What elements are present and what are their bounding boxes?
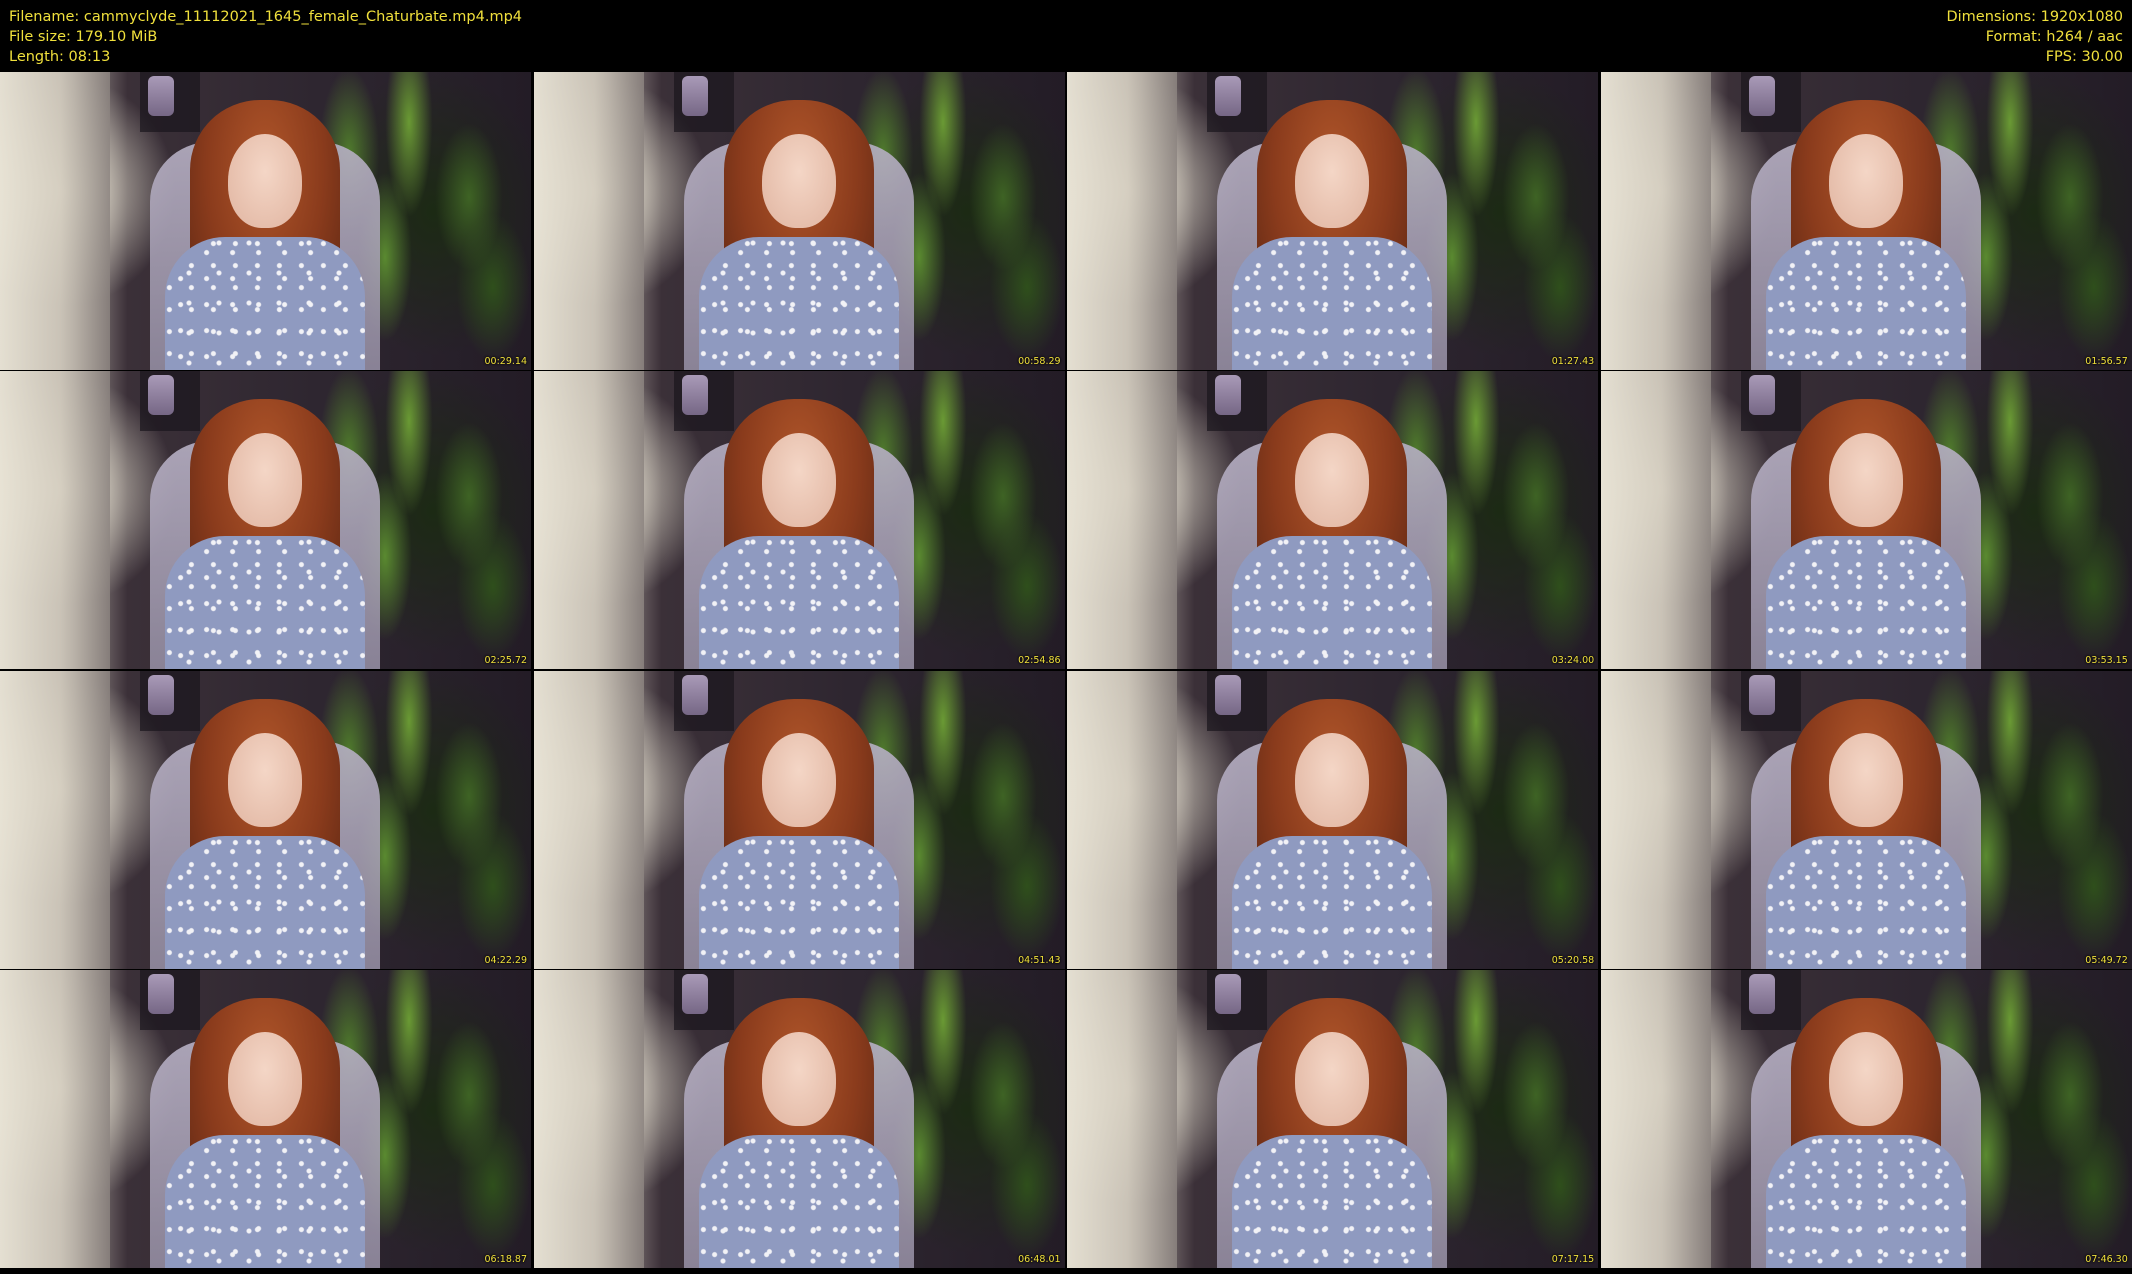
video-thumbnail: 07:46.30 (1600, 969, 2132, 1268)
video-thumbnail: 07:17.15 (1067, 969, 1599, 1268)
video-thumbnail: 00:58.29 (533, 72, 1065, 370)
fps-label: FPS: 30.00 (2045, 49, 2123, 65)
thumbnail-timestamp: 02:54.86 (1018, 655, 1061, 667)
video-thumbnail: 02:54.86 (533, 371, 1065, 670)
thumbnail-timestamp: 00:29.14 (484, 356, 528, 367)
video-thumbnail: 02:25.72 (0, 371, 531, 670)
thumbnail-timestamp: 04:51.43 (1018, 954, 1061, 966)
thumbnail-timestamp: 01:56.57 (2085, 356, 2128, 367)
video-thumbnail: 00:29.14 (0, 72, 531, 370)
thumbnail-timestamp: 06:18.87 (484, 1253, 528, 1265)
thumbnail-timestamp: 00:58.29 (1018, 356, 1061, 367)
video-thumbnail: 03:53.15 (1600, 371, 2132, 670)
thumbnail-timestamp: 07:17.15 (1551, 1253, 1595, 1265)
video-thumbnail: 03:24.00 (1067, 371, 1599, 670)
video-thumbnail: 05:20.58 (1067, 670, 1599, 969)
video-thumbnail: 04:22.29 (0, 670, 531, 969)
video-thumbnail: 01:27.43 (1067, 72, 1599, 370)
length-label: Length: 08:13 (9, 49, 111, 65)
video-thumbnail: 06:48.01 (533, 969, 1065, 1268)
file-size-label: File size: 179.10 MiB (9, 29, 158, 45)
format-label: Format: h264 / aac (1985, 29, 2123, 45)
thumbnail-timestamp: 07:46.30 (2085, 1253, 2128, 1265)
stream-info: Dimensions: 1920x1080 Format: h264 / aac… (1946, 7, 2123, 67)
contact-sheet-header: Filename: cammyclyde_11112021_1645_femal… (0, 0, 2132, 72)
video-thumbnail: 04:51.43 (533, 670, 1065, 969)
video-thumbnail: 01:56.57 (1600, 72, 2132, 370)
thumbnail-timestamp: 05:20.58 (1551, 954, 1595, 966)
dimensions-label: Dimensions: 1920x1080 (1946, 9, 2123, 25)
video-thumbnail: 05:49.72 (1600, 670, 2132, 969)
thumbnail-timestamp: 06:48.01 (1018, 1253, 1061, 1265)
thumbnail-timestamp: 04:22.29 (484, 954, 528, 966)
video-thumbnail: 06:18.87 (0, 969, 531, 1268)
thumbnail-grid: 00:29.14 00:58.29 01:27.43 01:56.57 02:2… (0, 72, 2132, 1274)
file-info: Filename: cammyclyde_11112021_1645_femal… (9, 7, 522, 67)
thumbnail-timestamp: 01:27.43 (1551, 356, 1595, 367)
thumbnail-timestamp: 05:49.72 (2085, 954, 2128, 966)
thumbnail-timestamp: 02:25.72 (484, 655, 528, 667)
thumbnail-timestamp: 03:24.00 (1551, 655, 1595, 667)
filename-label: Filename: cammyclyde_11112021_1645_femal… (9, 9, 523, 25)
thumbnail-timestamp: 03:53.15 (2085, 655, 2128, 667)
